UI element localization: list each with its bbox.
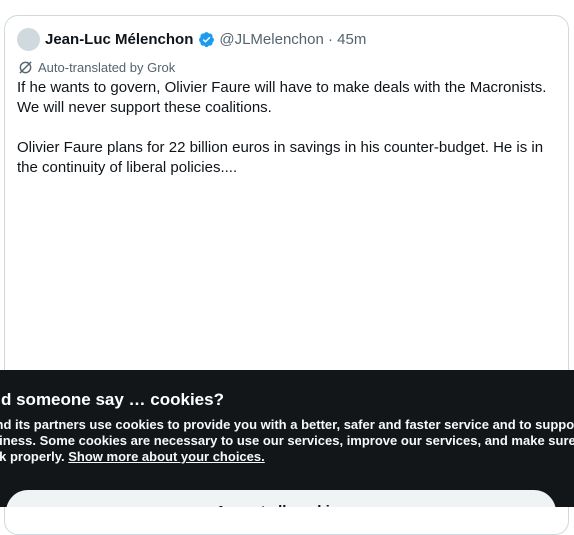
handle-and-timestamp[interactable]: @JLMelenchon · 45m	[219, 31, 366, 48]
tweet-text: If he wants to govern, Olivier Faure wil…	[17, 78, 562, 178]
cookie-banner: Did someone say … cookies? X and its par…	[0, 370, 574, 507]
tweet-header: Jean-Luc Mélenchon @JLMelenchon · 45m	[45, 29, 366, 49]
display-name[interactable]: Jean-Luc Mélenchon	[45, 31, 193, 48]
show-more-choices-link[interactable]: Show more about your choices.	[68, 449, 264, 464]
accept-all-cookies-button[interactable]: Accept all cookies	[6, 490, 556, 507]
tweet-paragraph-1: If he wants to govern, Olivier Faure wil…	[17, 79, 547, 116]
avatar[interactable]	[17, 28, 40, 51]
cookie-banner-title: Did someone say … cookies?	[0, 390, 224, 409]
translation-note: Auto-translated by Grok	[18, 58, 175, 76]
tweet-paragraph-2: Olivier Faure plans for 22 billion euros…	[17, 139, 544, 176]
translation-label: Auto-translated by Grok	[38, 59, 176, 75]
verified-badge-icon	[198, 31, 215, 48]
grok-icon	[18, 60, 33, 75]
cookie-banner-text: X and its partners use cookies to provid…	[0, 417, 574, 465]
